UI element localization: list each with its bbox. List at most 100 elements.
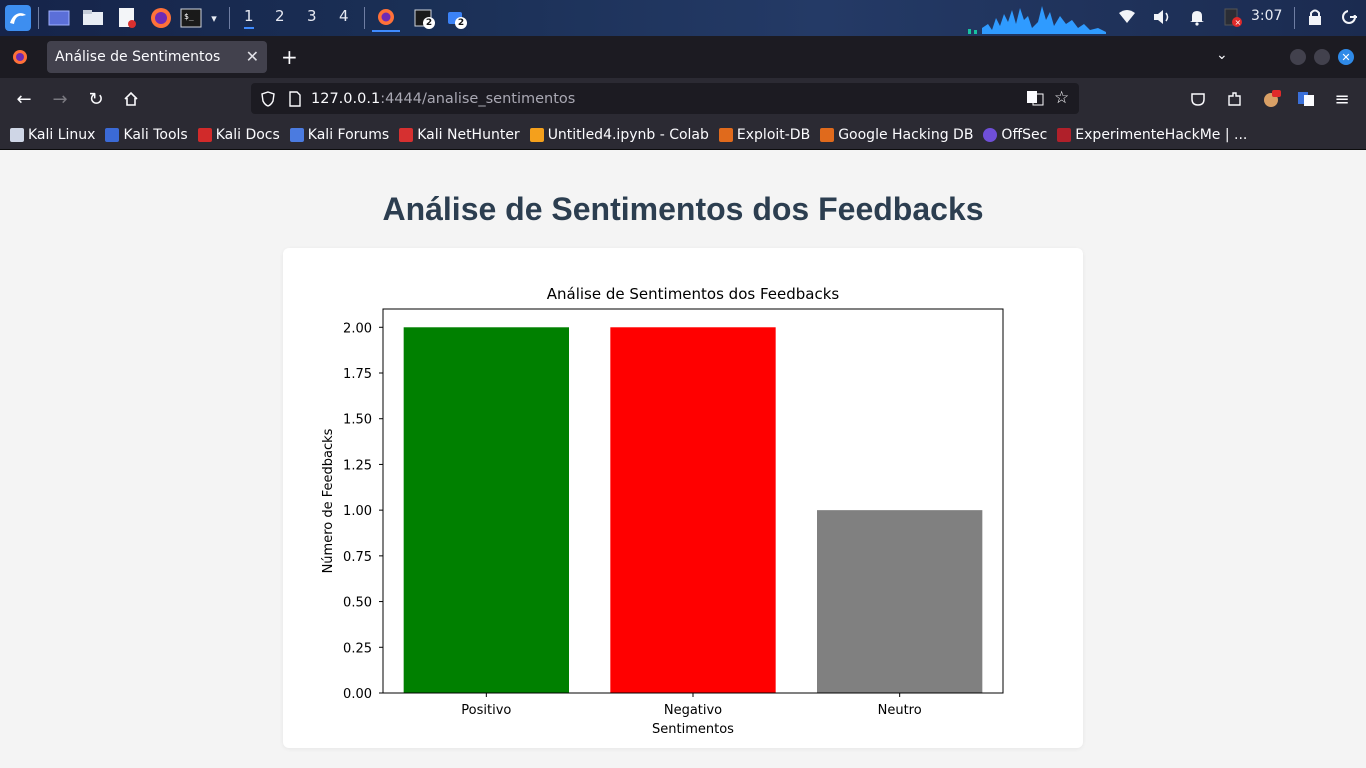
notifications-bell-icon[interactable]: [1188, 8, 1206, 30]
url-bar[interactable]: 127.0.0.1:4444/analise_sentimentos ☆: [251, 83, 1079, 114]
y-tick-label: 1.25: [343, 458, 372, 473]
svg-text:$_: $_: [184, 12, 194, 21]
bookmark-label: Exploit-DB: [736, 126, 811, 143]
translator-extension-icon[interactable]: [1294, 87, 1318, 111]
y-tick-label: 1.00: [343, 504, 372, 519]
clock[interactable]: 3:07: [1251, 8, 1282, 24]
url-host: 127.0.0.1: [311, 90, 381, 107]
bookmark-kali-docs[interactable]: Kali Docs: [197, 127, 280, 143]
bookmark-kali-linux[interactable]: Kali Linux: [10, 127, 95, 143]
bookmark-kali-nethunter[interactable]: Kali NetHunter: [399, 126, 520, 143]
show-desktop-icon[interactable]: [47, 4, 71, 32]
firefox-launcher-icon[interactable]: [149, 4, 173, 32]
kali-dragon-icon: [10, 127, 24, 142]
list-all-tabs-icon[interactable]: ⌄: [1216, 47, 1228, 63]
bar-neutro: [817, 510, 983, 693]
bookmark-label: Kali Forums: [307, 126, 390, 143]
bookmark-google-hacking-db[interactable]: Google Hacking DB: [820, 127, 973, 143]
bar-positivo: [403, 327, 569, 693]
chart-title: Análise de Sentimentos dos Feedbacks: [547, 285, 840, 303]
minimize-window-button[interactable]: [1290, 49, 1306, 65]
extensions-icon[interactable]: [1222, 87, 1246, 111]
taskbar-separator: [38, 7, 39, 29]
url-text[interactable]: 127.0.0.1:4444/analise_sentimentos: [311, 91, 575, 107]
bar-negativo: [610, 327, 776, 693]
kali-docs-icon: [197, 127, 212, 142]
forward-arrow-icon[interactable]: →: [48, 87, 72, 111]
hamburger-menu-icon[interactable]: ≡: [1330, 87, 1354, 111]
bookmark-colab[interactable]: Untitled4.ipynb - Colab: [529, 127, 709, 143]
x-axis: Positivo Negativo Neutro: [461, 693, 922, 718]
page-info-icon[interactable]: [288, 90, 302, 107]
firefox-view-icon[interactable]: [12, 49, 28, 69]
bookmark-label: Kali NetHunter: [417, 126, 520, 143]
kali-menu-icon[interactable]: [4, 4, 32, 32]
app-window-icon[interactable]: 2: [442, 4, 468, 32]
bookmark-star-icon[interactable]: ☆: [1054, 88, 1069, 108]
bookmark-exploit-db[interactable]: Exploit-DB: [718, 126, 811, 143]
bookmark-label: Kali Linux: [28, 126, 96, 143]
file-manager-icon[interactable]: [81, 4, 105, 32]
bookmark-offsec[interactable]: OffSec: [983, 127, 1047, 143]
wifi-icon[interactable]: [1118, 8, 1136, 30]
text-editor-icon[interactable]: [115, 4, 139, 32]
terminal-launcher-icon[interactable]: $_: [179, 4, 203, 32]
cookie-extension-icon[interactable]: [1259, 87, 1283, 111]
tab-analise-sentimentos[interactable]: Análise de Sentimentos ✕: [47, 41, 267, 73]
cpu-graph: [968, 2, 1108, 34]
system-taskbar: $_ ▾ 1 2 3 4 2 2 × 3:07: [0, 0, 1366, 36]
y-tick-label: 0.25: [343, 641, 372, 656]
ghdb-icon: [820, 127, 835, 142]
power-manager-icon[interactable]: ×: [1223, 8, 1245, 32]
reload-icon[interactable]: ↻: [84, 87, 108, 111]
y-tick-label: 0.50: [343, 596, 372, 611]
home-icon[interactable]: [119, 87, 143, 111]
taskbar-separator: [364, 7, 365, 29]
y-tick-label: 2.00: [343, 321, 372, 336]
offsec-icon: [983, 127, 998, 142]
chevron-down-icon[interactable]: ▾: [206, 4, 222, 32]
page-content: Análise de Sentimentos dos Feedbacks Aná…: [0, 151, 1366, 768]
x-tick-label: Positivo: [461, 703, 511, 718]
bookmark-experimentehackme[interactable]: ExperimenteHackMe | ...: [1057, 127, 1247, 143]
chart-card: Análise de Sentimentos dos Feedbacks 0.0…: [283, 248, 1083, 748]
x-tick-label: Neutro: [878, 703, 922, 718]
tryhackme-icon: [1057, 127, 1072, 142]
close-tab-icon[interactable]: ✕: [246, 47, 259, 66]
exploit-db-icon: [718, 127, 733, 142]
new-tab-icon[interactable]: +: [281, 45, 298, 69]
url-path: :4444/analise_sentimentos: [380, 90, 576, 107]
workspace-4[interactable]: 4: [339, 7, 349, 25]
bookmark-kali-forums[interactable]: Kali Forums: [289, 126, 390, 143]
shield-icon[interactable]: [260, 90, 276, 107]
logout-icon[interactable]: [1340, 8, 1358, 30]
taskbar-separator: [229, 7, 230, 29]
volume-icon[interactable]: [1152, 8, 1172, 30]
terminal-window-icon[interactable]: 2: [410, 4, 436, 32]
y-axis: 0.00 0.25 0.50 0.75 1.00 1.25 1.50 1.75 2.00: [343, 321, 383, 702]
maximize-window-button[interactable]: [1314, 49, 1330, 65]
close-window-button[interactable]: ✕: [1338, 49, 1354, 65]
browser-tab-bar: Análise de Sentimentos ✕ + ⌄ ✕: [0, 36, 1366, 78]
window-count-badge: 2: [455, 17, 467, 29]
x-axis-label: Sentimentos: [652, 722, 734, 737]
bookmark-label: Kali Tools: [123, 126, 188, 143]
kali-forums-icon: [289, 127, 304, 142]
bookmark-kali-tools[interactable]: Kali Tools: [105, 126, 188, 143]
pocket-icon[interactable]: [1186, 87, 1210, 111]
bookmark-label: OffSec: [1001, 126, 1048, 143]
workspace-3[interactable]: 3: [307, 7, 317, 25]
lock-screen-icon[interactable]: [1306, 8, 1324, 30]
back-arrow-icon[interactable]: ←: [12, 87, 36, 111]
workspace-2[interactable]: 2: [275, 7, 285, 25]
workspace-1[interactable]: 1: [244, 7, 254, 29]
bars-group: [403, 327, 983, 693]
browser-navigation-bar: ← → ↻ 127.0.0.1:4444/analise_sentimentos…: [0, 78, 1366, 120]
translate-icon[interactable]: [1026, 90, 1044, 110]
y-tick-label: 0.00: [343, 687, 372, 702]
y-tick-label: 1.50: [343, 413, 372, 428]
y-tick-label: 1.75: [343, 367, 372, 382]
firefox-window-icon[interactable]: [372, 4, 400, 32]
window-count-badge: 2: [423, 17, 435, 29]
tab-title: Análise de Sentimentos: [55, 49, 221, 65]
